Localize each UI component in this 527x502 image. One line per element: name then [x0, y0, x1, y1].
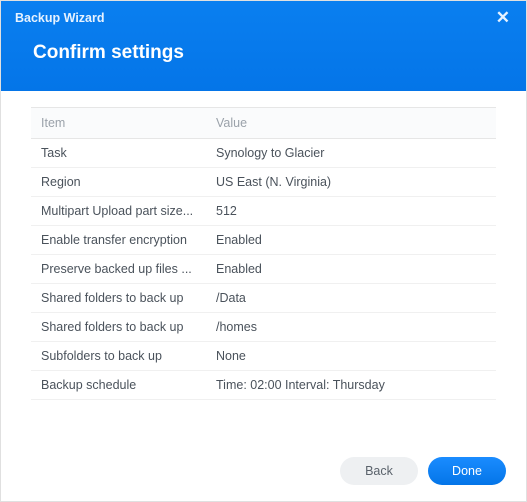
- setting-item: Task: [31, 139, 206, 168]
- setting-value: /Data: [206, 284, 496, 313]
- table-row: Preserve backed up files ... Enabled: [31, 255, 496, 284]
- settings-table: Item Value Task Synology to Glacier Regi…: [31, 107, 496, 400]
- setting-item: Enable transfer encryption: [31, 226, 206, 255]
- table-row: Subfolders to back up None: [31, 342, 496, 371]
- table-row: Shared folders to back up /homes: [31, 313, 496, 342]
- table-header-row: Item Value: [31, 108, 496, 139]
- table-row: Multipart Upload part size... 512: [31, 197, 496, 226]
- setting-value: None: [206, 342, 496, 371]
- column-header-value: Value: [206, 108, 496, 139]
- title-bar: Backup Wizard ✕: [1, 1, 526, 28]
- dialog-header: Backup Wizard ✕ Confirm settings: [1, 1, 526, 91]
- setting-item: Shared folders to back up: [31, 313, 206, 342]
- setting-item: Shared folders to back up: [31, 284, 206, 313]
- table-row: Shared folders to back up /Data: [31, 284, 496, 313]
- setting-item: Preserve backed up files ...: [31, 255, 206, 284]
- header-main: Confirm settings: [1, 28, 526, 64]
- table-row: Backup schedule Time: 02:00 Interval: Th…: [31, 371, 496, 400]
- setting-value: /homes: [206, 313, 496, 342]
- setting-item: Backup schedule: [31, 371, 206, 400]
- setting-value: US East (N. Virginia): [206, 168, 496, 197]
- settings-table-body: Task Synology to Glacier Region US East …: [31, 139, 496, 400]
- column-header-item: Item: [31, 108, 206, 139]
- setting-value: Synology to Glacier: [206, 139, 496, 168]
- setting-item: Subfolders to back up: [31, 342, 206, 371]
- setting-value: 512: [206, 197, 496, 226]
- backup-wizard-dialog: Backup Wizard ✕ Confirm settings Item Va…: [0, 0, 527, 502]
- setting-item: Multipart Upload part size...: [31, 197, 206, 226]
- dialog-content: Item Value Task Synology to Glacier Regi…: [1, 91, 526, 445]
- setting-value: Enabled: [206, 226, 496, 255]
- table-row: Region US East (N. Virginia): [31, 168, 496, 197]
- setting-item: Region: [31, 168, 206, 197]
- dialog-footer: Back Done: [1, 445, 526, 501]
- page-title: Confirm settings: [33, 42, 526, 64]
- table-row: Enable transfer encryption Enabled: [31, 226, 496, 255]
- setting-value: Time: 02:00 Interval: Thursday: [206, 371, 496, 400]
- table-row: Task Synology to Glacier: [31, 139, 496, 168]
- back-button[interactable]: Back: [340, 457, 418, 485]
- done-button[interactable]: Done: [428, 457, 506, 485]
- close-icon[interactable]: ✕: [492, 7, 514, 28]
- setting-value: Enabled: [206, 255, 496, 284]
- wizard-title: Backup Wizard: [15, 11, 105, 25]
